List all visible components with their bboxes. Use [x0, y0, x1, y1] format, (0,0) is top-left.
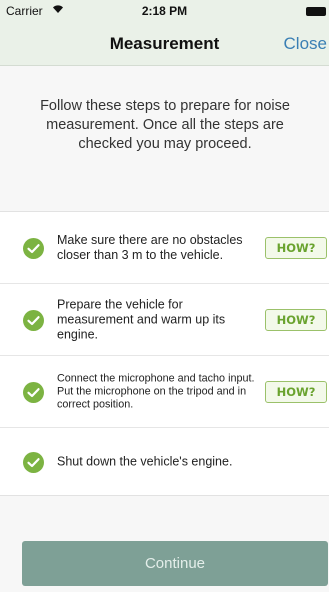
step-row: Prepare the vehicle for measurement and … [0, 284, 329, 356]
step-text: Connect the microphone and tacho input. … [57, 372, 255, 410]
step-text: Make sure there are no obstacles closer … [57, 232, 243, 262]
page-title: Measurement [109, 34, 220, 53]
battery-icon [306, 7, 326, 16]
steps-list: Make sure there are no obstacles closer … [0, 211, 329, 496]
how-button[interactable]: HOW? [265, 236, 327, 259]
intro-section: Follow these steps to prepare for noise … [0, 67, 329, 211]
step-row: Make sure there are no obstacles closer … [0, 212, 329, 284]
how-button[interactable]: HOW? [265, 380, 327, 403]
step-row: Shut down the vehicle's engine. [0, 428, 329, 496]
continue-button[interactable]: Continue [22, 541, 328, 586]
status-bar: Carrier 2:18 PM [0, 0, 329, 22]
how-button[interactable]: HOW? [265, 308, 327, 331]
step-row: Connect the microphone and tacho input. … [0, 356, 329, 428]
status-time: 2:18 PM [141, 4, 188, 18]
intro-text: Follow these steps to prepare for noise … [40, 98, 290, 152]
step-text: Shut down the vehicle's engine. [57, 454, 233, 468]
checkmark-icon[interactable] [23, 451, 44, 473]
checkmark-icon[interactable] [23, 237, 44, 259]
nav-bar: Measurement Close [0, 22, 329, 66]
checkmark-icon[interactable] [23, 309, 44, 331]
checkmark-icon[interactable] [23, 381, 44, 403]
step-text: Prepare the vehicle for measurement and … [57, 297, 226, 341]
close-button[interactable]: Close [284, 34, 327, 54]
